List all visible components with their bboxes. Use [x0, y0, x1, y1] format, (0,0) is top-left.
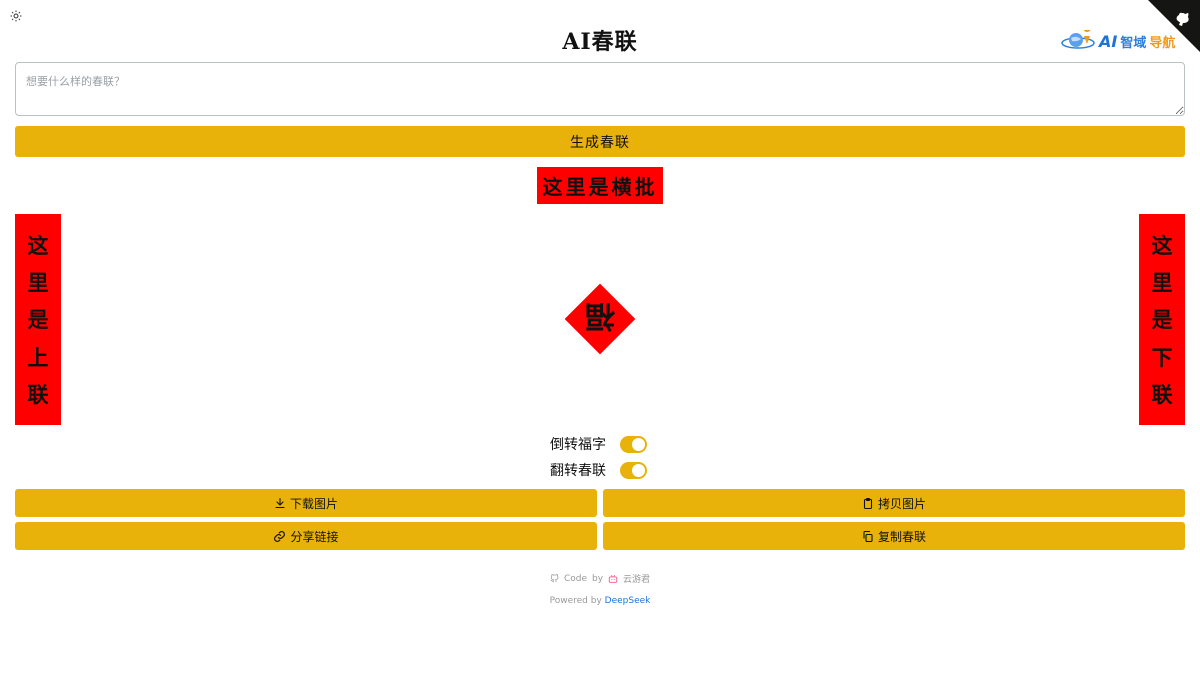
footer-provider-link[interactable]: DeepSeek	[605, 596, 651, 606]
lower-couplet-char: 是	[1151, 307, 1173, 333]
clipboard-icon	[863, 497, 873, 509]
bilibili-icon	[608, 574, 618, 583]
lower-couplet: 这 里 是 下 联	[1139, 214, 1185, 425]
sun-icon	[10, 10, 22, 22]
theme-toggle-button[interactable]	[9, 9, 23, 23]
footer-powered: Powered by DeepSeek	[0, 596, 1200, 606]
share-link-label: 分享链接	[290, 529, 339, 544]
footer-powered-label: Powered by	[549, 596, 602, 606]
swap-couplet-toggle-row: 翻转春联	[550, 460, 647, 480]
site-logo-name-a: 智域	[1120, 35, 1147, 51]
swap-couplet-label: 翻转春联	[550, 463, 606, 479]
lower-couplet-char: 下	[1151, 344, 1173, 370]
horizontal-scroll: 这里是横批	[537, 167, 663, 204]
upper-couplet: 这 里 是 上 联	[15, 214, 61, 425]
upper-couplet-char: 里	[27, 270, 49, 296]
copy-icon	[863, 530, 873, 542]
upper-couplet-char: 是	[27, 307, 49, 333]
upper-couplet-char: 联	[27, 382, 49, 408]
download-icon	[275, 497, 285, 509]
share-link-button[interactable]: 分享链接	[15, 522, 597, 550]
github-corner-icon[interactable]	[1148, 0, 1200, 52]
link-icon	[274, 530, 286, 542]
switch-knob	[632, 437, 645, 451]
fu-character: 福	[585, 298, 615, 333]
download-image-button[interactable]: 下载图片	[15, 489, 597, 517]
lower-couplet-char: 联	[1151, 382, 1173, 408]
lower-couplet-char: 里	[1151, 270, 1173, 296]
fu-diamond: 福	[564, 283, 636, 355]
footer-code-link[interactable]: Code	[564, 574, 587, 584]
generate-button-label: 生成春联	[570, 134, 630, 151]
download-image-label: 下载图片	[289, 496, 338, 511]
footer-credit: Code by 云游君	[0, 572, 1200, 585]
swap-couplet-switch[interactable]	[620, 461, 647, 479]
invert-fu-label: 倒转福字	[550, 437, 606, 453]
footer-author-link[interactable]: 云游君	[623, 572, 650, 585]
copy-image-label: 拷贝图片	[877, 496, 926, 511]
globe-icon	[1061, 30, 1095, 49]
upper-couplet-char: 这	[27, 232, 49, 258]
copy-image-button[interactable]: 拷贝图片	[603, 489, 1185, 517]
github-icon	[550, 574, 559, 583]
page: AI春联 AI 智域 导航 生成春联 这里是横批 这 里 是 上 联 这 里 是…	[0, 0, 1200, 700]
prompt-input[interactable]	[15, 62, 1185, 116]
copy-couplet-label: 复制春联	[877, 529, 926, 544]
generate-button[interactable]: 生成春联	[15, 126, 1185, 157]
invert-fu-toggle-row: 倒转福字	[550, 434, 647, 454]
switch-knob	[632, 463, 645, 477]
invert-fu-switch[interactable]	[620, 435, 647, 453]
page-title: AI春联	[562, 29, 638, 55]
site-logo-ai: AI	[1099, 31, 1118, 51]
copy-couplet-button[interactable]: 复制春联	[603, 522, 1185, 550]
lower-couplet-char: 这	[1151, 232, 1173, 258]
footer-by: by	[591, 573, 604, 584]
upper-couplet-char: 上	[27, 344, 49, 370]
